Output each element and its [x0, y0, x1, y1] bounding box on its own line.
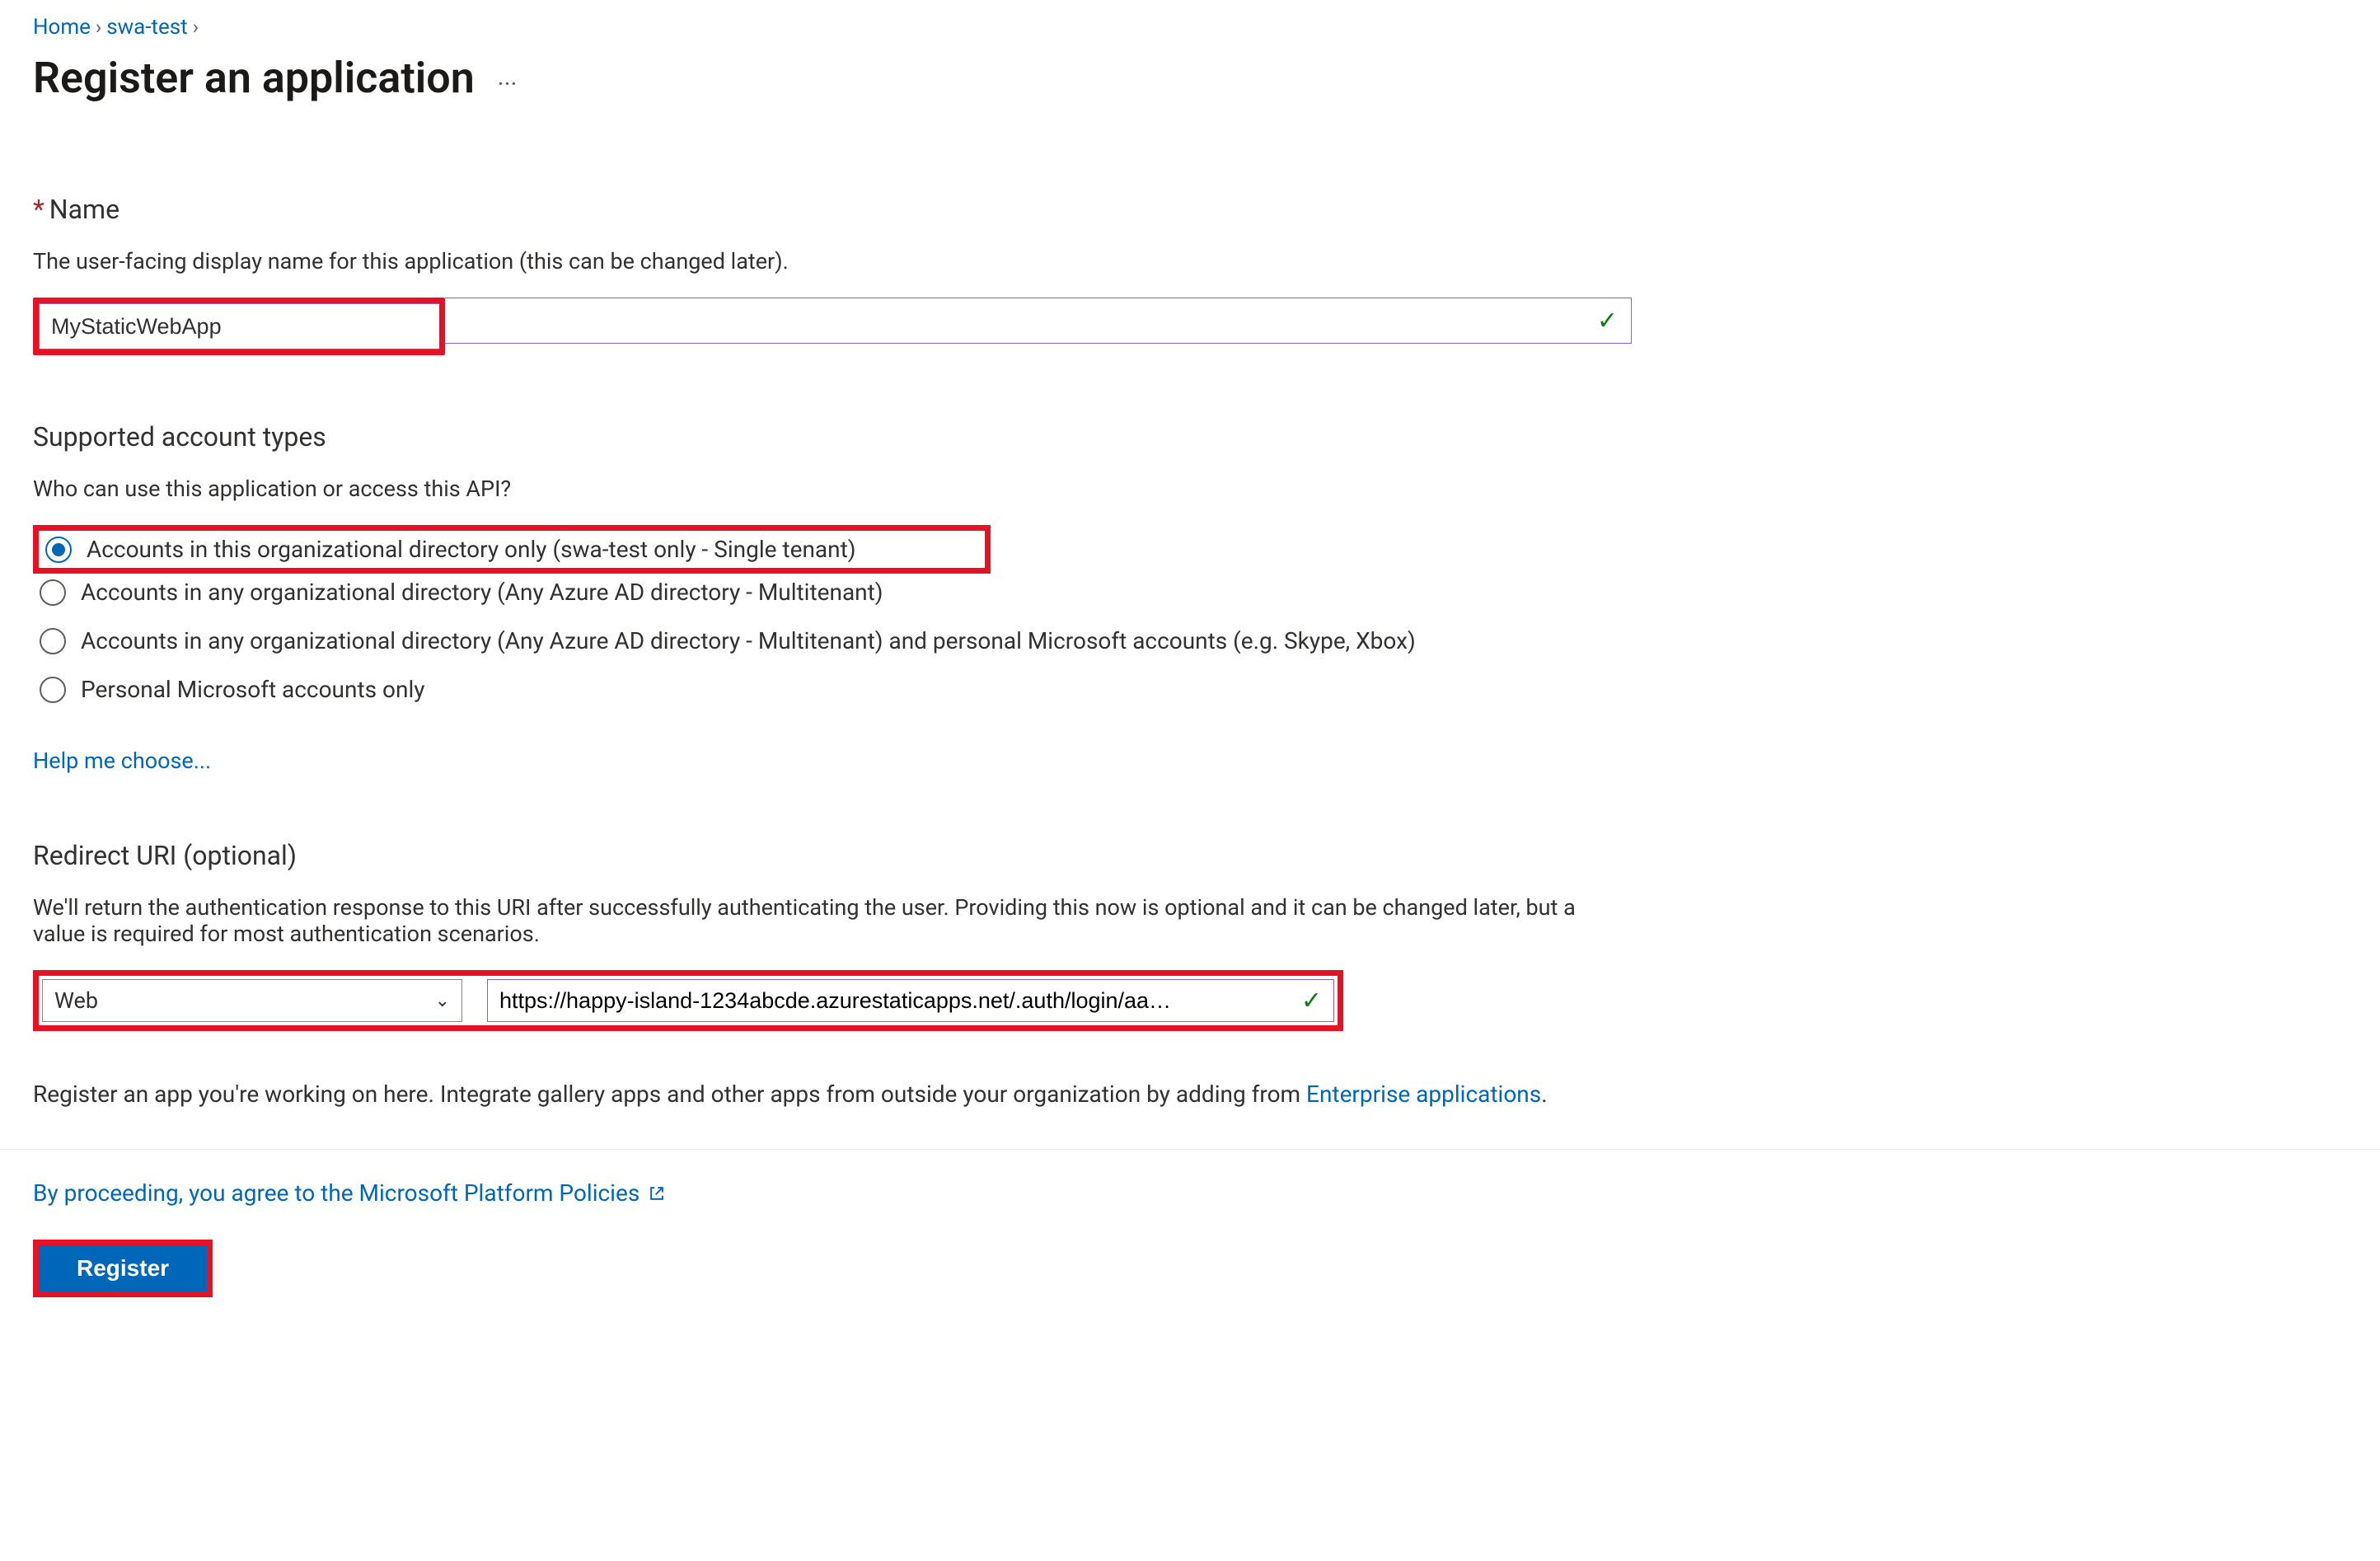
- redirect-uri-input[interactable]: [499, 988, 1293, 1014]
- page-title: Register an application: [33, 53, 475, 103]
- account-types-question: Who can use this application or access t…: [33, 476, 2347, 502]
- radio-icon: [40, 579, 66, 606]
- register-button[interactable]: Register: [39, 1245, 207, 1291]
- platform-select[interactable]: Web ⌄: [42, 979, 462, 1022]
- name-input-highlight: [33, 298, 445, 355]
- enterprise-applications-link[interactable]: Enterprise applications: [1306, 1081, 1541, 1108]
- name-section: *Name The user-facing display name for t…: [33, 194, 2347, 355]
- redirect-uri-description: We'll return the authentication response…: [33, 894, 1599, 947]
- account-type-option-3[interactable]: Personal Microsoft accounts only: [33, 671, 2347, 708]
- register-button-highlight: Register: [33, 1240, 213, 1297]
- chevron-down-icon: ⌄: [435, 991, 450, 1011]
- chevron-right-icon: ›: [96, 16, 101, 39]
- radio-icon: [45, 537, 72, 563]
- required-indicator: *: [33, 194, 45, 225]
- name-label: Name: [49, 194, 119, 225]
- breadcrumb-home[interactable]: Home: [33, 15, 91, 40]
- account-type-option-label: Personal Microsoft accounts only: [81, 676, 425, 703]
- account-type-option-0[interactable]: Accounts in this organizational director…: [39, 531, 985, 568]
- radio-icon: [40, 628, 66, 654]
- divider: [0, 1149, 2380, 1150]
- help-me-choose-link[interactable]: Help me choose...: [33, 748, 211, 774]
- external-link-icon: [648, 1184, 666, 1202]
- account-type-first-option-highlight: Accounts in this organizational director…: [33, 525, 991, 574]
- check-icon: ✓: [1293, 987, 1322, 1015]
- account-type-option-label: Accounts in this organizational director…: [87, 536, 856, 563]
- radio-icon: [40, 677, 66, 703]
- account-type-option-label: Accounts in any organizational directory…: [81, 627, 1416, 654]
- more-actions-button[interactable]: ···: [498, 70, 518, 99]
- breadcrumb-swa-test[interactable]: swa-test: [106, 15, 188, 40]
- platform-policies-link[interactable]: By proceeding, you agree to the Microsof…: [33, 1179, 640, 1207]
- account-type-option-1[interactable]: Accounts in any organizational directory…: [33, 574, 2347, 611]
- account-type-option-2[interactable]: Accounts in any organizational directory…: [33, 622, 2347, 659]
- name-input[interactable]: [40, 304, 439, 349]
- name-description: The user-facing display name for this ap…: [33, 248, 2347, 274]
- integrate-note: Register an app you're working on here. …: [33, 1081, 2347, 1108]
- redirect-uri-section: Redirect URI (optional) We'll return the…: [33, 840, 2347, 1031]
- redirect-uri-label: Redirect URI (optional): [33, 840, 2347, 871]
- breadcrumb: Home › swa-test ›: [33, 15, 2347, 40]
- account-types-label: Supported account types: [33, 421, 2347, 452]
- check-icon: ✓: [1584, 307, 1631, 335]
- account-type-option-label: Accounts in any organizational directory…: [81, 579, 883, 606]
- account-types-section: Supported account types Who can use this…: [33, 421, 2347, 774]
- redirect-uri-highlight: Web ⌄ ✓: [33, 970, 1343, 1031]
- platform-selected-value: Web: [54, 987, 98, 1014]
- chevron-right-icon: ›: [193, 16, 199, 39]
